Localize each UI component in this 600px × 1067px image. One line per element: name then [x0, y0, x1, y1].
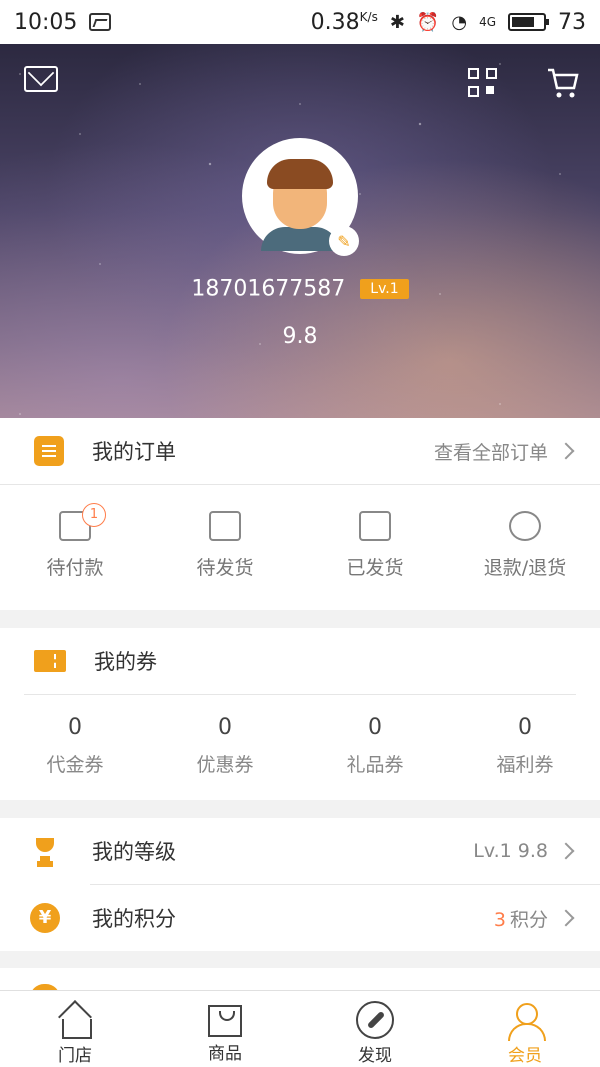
orders-header[interactable]: 我的订单 查看全部订单: [0, 418, 600, 484]
my-level-row[interactable]: 我的等级 Lv.1 9.8: [0, 818, 600, 884]
points-unit: 积分: [509, 908, 548, 931]
coupon-label: 福利券: [496, 754, 554, 776]
chevron-right-icon: [557, 442, 575, 460]
orders-card: 我的订单 查看全部订单 1 待付款 待发货 已发货 退款/退货: [0, 418, 600, 610]
points-title: 我的积分: [92, 907, 176, 931]
qr-code-icon[interactable]: [466, 66, 502, 102]
coupon-count: 0: [218, 715, 232, 740]
ticket-icon: [34, 650, 66, 672]
alarm-icon: ⏰: [416, 11, 440, 33]
coupon-discount[interactable]: 0 优惠券: [150, 695, 300, 777]
pending-payment-badge: 1: [82, 503, 106, 527]
level-badge: Lv.1: [360, 279, 409, 299]
coupon-count: 0: [518, 715, 532, 740]
mail-icon[interactable]: [24, 66, 58, 92]
image-icon: [89, 13, 112, 31]
nav-products[interactable]: 商品: [150, 991, 300, 1067]
nav-discover[interactable]: 发现: [300, 991, 450, 1067]
level-points-card: 我的等级 Lv.1 9.8 ¥ 我的积分 3 积分: [0, 818, 600, 951]
network-type: 4G: [479, 15, 496, 29]
bottom-nav: 门店 商品 发现 会员: [0, 990, 600, 1067]
next-card-peek: [0, 968, 600, 998]
network-speed: 0.38K/s: [310, 9, 378, 35]
profile-header: ✎ 18701677587 Lv.1 9.8: [0, 44, 600, 418]
home-icon: [56, 1001, 94, 1039]
bag-icon: [208, 1005, 242, 1037]
chevron-right-icon: [557, 842, 575, 860]
truck-icon: [359, 511, 391, 541]
coupons-header[interactable]: 我的券: [0, 628, 600, 694]
coupon-cash[interactable]: 0 代金券: [0, 695, 150, 777]
level-title: 我的等级: [92, 840, 176, 864]
coupon-label: 礼品券: [346, 754, 404, 776]
refund-icon: [509, 511, 541, 541]
order-refund[interactable]: 退款/退货: [450, 485, 600, 580]
status-bar: 10:05 0.38K/s ✱ ⏰ ◔ 4G 73: [0, 0, 600, 44]
yen-icon: ¥: [30, 903, 60, 933]
coupons-card: 我的券 0 代金券 0 优惠券 0 礼品券 0 福利券: [0, 628, 600, 800]
edit-profile-icon[interactable]: ✎: [329, 226, 359, 256]
view-all-orders-link[interactable]: 查看全部订单: [434, 438, 575, 465]
cart-icon[interactable]: [546, 66, 582, 102]
coupon-label: 优惠券: [196, 754, 254, 776]
compass-icon: [356, 1001, 394, 1039]
user-phone-row: 18701677587 Lv.1: [0, 276, 600, 302]
my-points-row[interactable]: ¥ 我的积分 3 积分: [0, 885, 600, 951]
coupon-gift[interactable]: 0 礼品券: [300, 695, 450, 777]
trophy-icon: [30, 836, 60, 866]
nav-member[interactable]: 会员: [450, 991, 600, 1067]
level-value: Lv.1 9.8: [473, 840, 548, 862]
order-pending-payment[interactable]: 1 待付款: [0, 485, 150, 580]
orders-title: 我的订单: [92, 440, 176, 464]
user-phone: 18701677587: [191, 276, 346, 302]
package-icon: [209, 511, 241, 541]
coupons-title: 我的券: [94, 650, 157, 674]
chevron-right-icon: [557, 909, 575, 927]
coupon-count: 0: [368, 715, 382, 740]
battery-level: 73: [558, 9, 586, 35]
coupon-label: 代金券: [46, 754, 104, 776]
status-time: 10:05: [14, 9, 78, 35]
bluetooth-icon: ✱: [389, 11, 405, 33]
user-icon: [506, 1001, 546, 1041]
coupon-count: 0: [68, 715, 82, 740]
wifi-icon: ◔: [451, 11, 468, 33]
points-count: 3: [493, 908, 506, 931]
battery-icon: [508, 13, 549, 31]
order-list-icon: [34, 436, 64, 466]
order-shipped[interactable]: 已发货: [300, 485, 450, 580]
user-score: 9.8: [282, 324, 318, 349]
coupon-welfare[interactable]: 0 福利券: [450, 695, 600, 777]
nav-store[interactable]: 门店: [0, 991, 150, 1067]
order-pending-shipment[interactable]: 待发货: [150, 485, 300, 580]
